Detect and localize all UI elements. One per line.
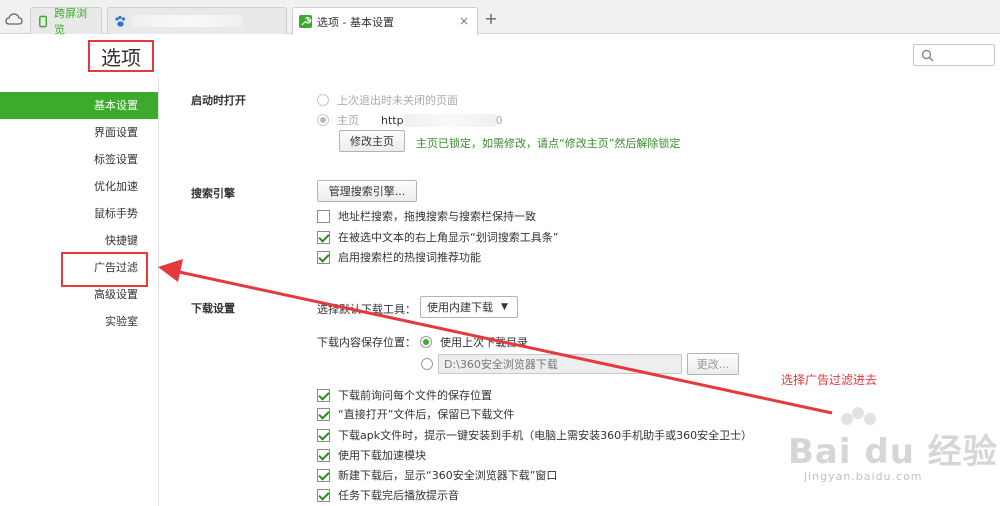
- homepage-url-suffix: 0: [495, 113, 503, 127]
- search-hotwords-option[interactable]: 启用搜索栏的热搜词推荐功能: [317, 249, 481, 265]
- change-path-button[interactable]: 更改...: [687, 353, 739, 375]
- homepage-url-prefix: http: [381, 113, 404, 127]
- tab-blurred[interactable]: [107, 7, 287, 34]
- sidebar-item-optimize[interactable]: 优化加速: [0, 173, 158, 200]
- annotation-text: 选择广告过滤进去: [781, 373, 878, 387]
- search-sync-option[interactable]: 地址栏搜索，拖拽搜索与搜索栏保持一致: [317, 208, 536, 224]
- blurred-tab-title: [132, 15, 242, 27]
- download-section-label: 下载设置: [191, 302, 235, 315]
- page-title-highlight: 选项: [88, 40, 154, 72]
- sidebar-item-mouse-gestures[interactable]: 鼠标手势: [0, 200, 158, 227]
- tab-options-basic[interactable]: 选项 - 基本设置 ×: [292, 7, 478, 35]
- search-input[interactable]: [913, 44, 995, 66]
- baidu-paw-icon: [115, 15, 126, 27]
- ad-filter-highlight: [61, 252, 148, 287]
- download-accel-option[interactable]: 使用下载加速模块: [317, 447, 426, 463]
- tab-cross-screen[interactable]: 跨屏浏览: [30, 7, 102, 36]
- download-ask-option[interactable]: 下载前询问每个文件的保存位置: [317, 387, 492, 403]
- radio-last-session[interactable]: [317, 94, 329, 106]
- sidebar-item-basic[interactable]: 基本设置: [0, 92, 158, 119]
- checkbox-apk[interactable]: [317, 428, 330, 442]
- startup-section-label: 启动时打开: [191, 94, 246, 107]
- tab-label: 选项 - 基本设置: [317, 15, 394, 29]
- download-tool-select[interactable]: 使用内建下载 ▼: [420, 296, 518, 318]
- checkbox-search-toolbar[interactable]: [317, 230, 330, 244]
- dropdown-arrow-icon: ▼: [501, 302, 508, 312]
- download-save-location-row: 下载内容保存位置： 使用上次下载目录: [317, 336, 528, 349]
- sidebar: 基本设置 界面设置 标签设置 优化加速 鼠标手势 快捷键 广告过滤 高级设置 实…: [0, 92, 158, 335]
- radio-last-dir[interactable]: [420, 336, 432, 348]
- modify-homepage-button[interactable]: 修改主页: [339, 130, 405, 152]
- wrench-icon: [299, 15, 312, 28]
- download-tool-label: 选择默认下载工具：: [317, 303, 416, 316]
- download-show-window-option[interactable]: 新建下载后，显示“360安全浏览器下载”窗口: [317, 467, 557, 483]
- download-sound-option[interactable]: 任务下载完后播放提示音: [317, 487, 459, 503]
- checkbox-accel[interactable]: [317, 448, 330, 462]
- radio-homepage[interactable]: [317, 114, 329, 126]
- download-direct-open-option[interactable]: “直接打开”文件后，保留已下载文件: [317, 406, 514, 422]
- sidebar-item-tabs[interactable]: 标签设置: [0, 146, 158, 173]
- cloud-icon[interactable]: [5, 11, 23, 27]
- tab-bar: 跨屏浏览 选项 - 基本设置 × +: [0, 0, 1000, 36]
- sidebar-item-interface[interactable]: 界面设置: [0, 119, 158, 146]
- startup-last-session-option[interactable]: 上次退出时未关闭的页面: [317, 92, 458, 108]
- watermark-text: Bai du 经验: [788, 432, 998, 472]
- radio-custom-dir[interactable]: [421, 358, 433, 370]
- checkbox-search-hotwords[interactable]: [317, 250, 330, 264]
- sidebar-divider: [158, 76, 159, 506]
- checkbox-sound[interactable]: [317, 488, 330, 502]
- manage-search-engines-button[interactable]: 管理搜索引擎...: [317, 180, 417, 202]
- phone-icon: [39, 15, 48, 27]
- checkbox-ask[interactable]: [317, 388, 330, 402]
- search-toolbar-option[interactable]: 在被选中文本的右上角显示“划词搜索工具条”: [317, 229, 558, 245]
- download-path-field[interactable]: D:\360安全浏览器下载: [438, 354, 682, 374]
- search-icon: [921, 49, 934, 62]
- sidebar-item-shortcuts[interactable]: 快捷键: [0, 227, 158, 254]
- checkbox-show-window[interactable]: [317, 468, 330, 482]
- new-tab-button[interactable]: +: [482, 10, 500, 28]
- close-tab-icon[interactable]: ×: [459, 14, 469, 28]
- watermark-url: jingyan.baidu.com: [804, 470, 923, 483]
- checkbox-direct-open[interactable]: [317, 407, 330, 421]
- checkbox-search-sync[interactable]: [317, 209, 330, 223]
- homepage-url-blurred: [403, 113, 496, 127]
- download-apk-option[interactable]: 下载apk文件时，提示一键安装到手机（电脑上需安装360手机助手或360安全卫士…: [317, 427, 752, 443]
- sidebar-item-lab[interactable]: 实验室: [0, 308, 158, 335]
- tab-label: 跨屏浏览: [54, 7, 88, 36]
- homepage-locked-note: 主页已锁定，如需修改，请点“修改主页”然后解除锁定: [416, 137, 681, 150]
- page-title: 选项: [101, 45, 141, 70]
- search-section-label: 搜索引擎: [191, 187, 235, 200]
- startup-homepage-option[interactable]: 主页 http 0: [317, 112, 503, 128]
